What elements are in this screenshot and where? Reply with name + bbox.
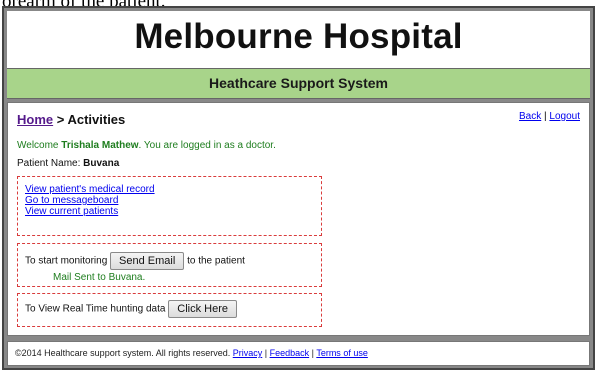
current-patients-link[interactable]: View current patients — [25, 206, 321, 217]
breadcrumb-current: Activities — [67, 112, 126, 127]
send-email-button[interactable]: Send Email — [110, 252, 185, 270]
patient-name-value: Buvana — [83, 158, 120, 169]
site-header: Melbourne Hospital — [7, 11, 590, 69]
feedback-link[interactable]: Feedback — [270, 348, 310, 358]
realtime-box: To View Real Time hunting data Click Her… — [17, 293, 322, 327]
click-here-button[interactable]: Click Here — [168, 300, 237, 318]
welcome-suffix: . You are logged in as a doctor. — [138, 140, 276, 151]
user-name: Trishala Mathew — [61, 140, 139, 151]
breadcrumb-home-link[interactable]: Home — [17, 112, 53, 127]
subtitle-bar: Heathcare Support System — [7, 68, 590, 99]
mail-sent-status: Mail Sent to Buvana. — [53, 272, 146, 283]
main-content: Home > Activities Back | Logout Welcome … — [7, 102, 590, 336]
monitoring-box: To start monitoring Send Email to the pa… — [17, 243, 322, 287]
breadcrumb: Home > Activities — [17, 112, 125, 127]
privacy-link[interactable]: Privacy — [233, 348, 263, 358]
site-subtitle: Heathcare Support System — [209, 75, 388, 91]
logout-link[interactable]: Logout — [549, 111, 580, 122]
monitoring-suffix: to the patient — [187, 255, 245, 267]
terms-link[interactable]: Terms of use — [316, 348, 368, 358]
breadcrumb-separator: > — [53, 112, 68, 127]
site-footer: ©2014 Healthcare support system. All rig… — [7, 341, 590, 366]
back-link[interactable]: Back — [519, 111, 541, 122]
footer-separator: | — [262, 348, 270, 358]
welcome-message: Welcome Trishala Mathew. You are logged … — [17, 140, 276, 151]
top-links: Back | Logout — [519, 111, 580, 122]
messageboard-link[interactable]: Go to messageboard — [25, 195, 321, 206]
realtime-prefix: To View Real Time hunting data — [25, 303, 166, 315]
copyright-text: ©2014 Healthcare support system. All rig… — [15, 348, 233, 358]
patient-name-row: Patient Name: Buvana — [17, 158, 119, 169]
site-title: Melbourne Hospital — [134, 17, 463, 56]
monitoring-prefix: To start monitoring — [25, 255, 108, 267]
view-medical-record-link[interactable]: View patient's medical record — [25, 184, 321, 195]
links-box: View patient's medical record Go to mess… — [17, 176, 322, 236]
patient-name-label: Patient Name: — [17, 158, 84, 169]
welcome-prefix: Welcome — [17, 140, 62, 151]
page-frame: Melbourne Hospital Heathcare Support Sys… — [2, 6, 595, 370]
